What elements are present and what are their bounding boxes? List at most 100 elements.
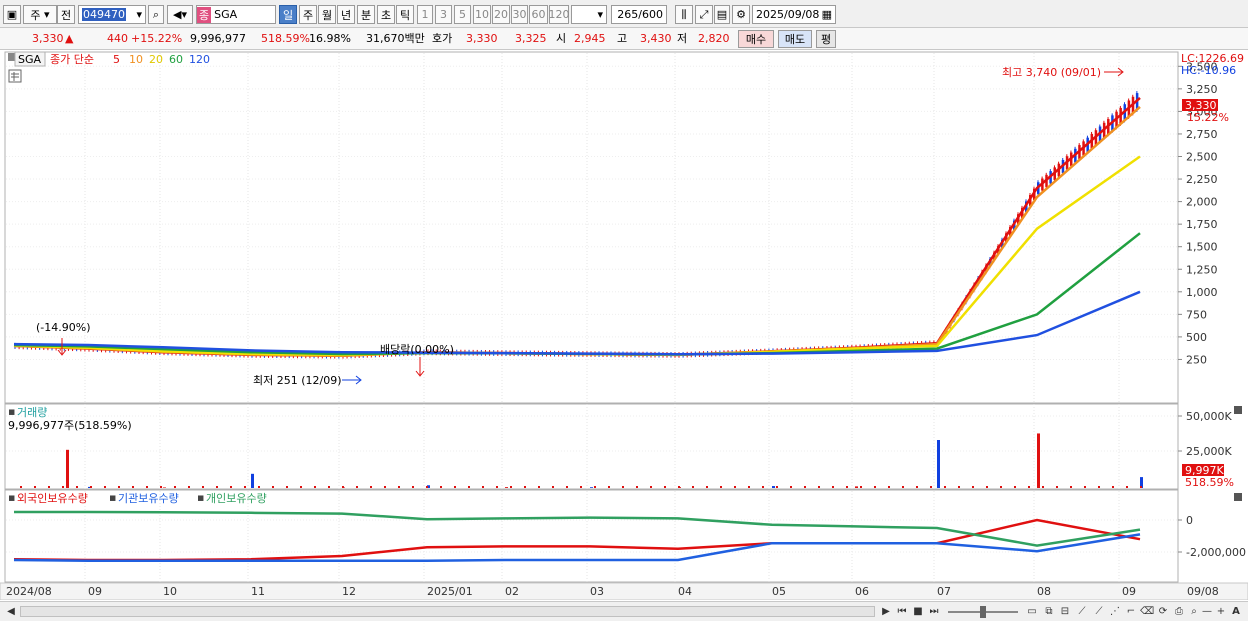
minute-option[interactable]: 60 [529, 5, 548, 24]
name-field[interactable]: 종 SGA [196, 5, 276, 24]
change-percent: +15.22% [131, 32, 183, 45]
scroll-left-icon[interactable]: ◀ [4, 605, 18, 619]
text-tool-icon[interactable]: ⌐ [1124, 605, 1138, 619]
count-field[interactable]: 265/600 [611, 5, 667, 24]
delete-icon[interactable]: ⌫ [1140, 605, 1154, 619]
volume-bar [552, 486, 554, 488]
volume-bar [958, 486, 960, 488]
refresh-icon[interactable]: ⟳ [1156, 605, 1170, 619]
period-tab[interactable]: 틱 [396, 5, 414, 24]
period-tab[interactable]: 년 [337, 5, 355, 24]
legend-ma20: 20 [149, 53, 163, 66]
x-axis-label: 04 [678, 585, 692, 598]
stock-chart[interactable]: SGA 종가 단순 5 10 20 60 120 (-14.90%) 배당락(0… [0, 50, 1248, 600]
search-icon[interactable]: ⌕ [148, 5, 164, 24]
low-label: 저 [677, 32, 688, 45]
date-field[interactable]: 2025/09/08 ▦ [752, 5, 836, 24]
fibo-icon[interactable]: ⋰ [1108, 605, 1122, 619]
candle-type-icon[interactable]: ⫼ [675, 5, 693, 24]
stop-icon[interactable]: ■ [911, 605, 925, 619]
volume-bar [986, 486, 988, 488]
volume-bar [163, 487, 166, 488]
volume-bar [482, 486, 484, 488]
volume-bar [314, 486, 316, 488]
volume-bar [972, 486, 974, 488]
volume-bar [300, 486, 302, 488]
volume-bar [790, 486, 792, 488]
minute-option[interactable]: 30 [511, 5, 528, 24]
x-axis-label: 12 [342, 585, 356, 598]
chart-scrollbar[interactable]: ◀ ▶ ⏮ ■ ⏭ ▭ ⧉ ⊟ ⟋ ⟋ ⋰ ⌐ ⌫ ⟳ ⎙ ⌕ — + A [0, 601, 1248, 621]
eval-button[interactable]: 평 [816, 30, 836, 48]
line-tool-icon[interactable]: ⤢ [695, 5, 713, 24]
window-menu-icon[interactable]: ▣ [3, 5, 21, 24]
volume-pct-label: 518.59% [1185, 476, 1234, 489]
scroll-track[interactable] [20, 606, 875, 617]
volume-bar [734, 486, 736, 488]
minute-option[interactable]: 120 [549, 5, 570, 24]
period-tab[interactable]: 일 [279, 5, 297, 24]
period-tab[interactable]: 분 [357, 5, 375, 24]
zoom-in-icon[interactable]: + [1214, 605, 1228, 619]
chevron-down-icon: ▾ [136, 8, 142, 21]
volume-bar [772, 486, 775, 488]
volume-bar [356, 486, 358, 488]
volume-bar [874, 486, 876, 488]
period-tab[interactable]: 주 [299, 5, 317, 24]
volume-bar [230, 486, 232, 488]
price-tick-label: 3,250 [1186, 83, 1218, 96]
period-tab[interactable]: 월 [318, 5, 336, 24]
volume-bar [398, 486, 400, 488]
volume-bar [1126, 486, 1128, 488]
minute-option[interactable]: 20 [492, 5, 510, 24]
volume-bar [538, 486, 540, 488]
buy-button[interactable]: 매수 [738, 30, 774, 48]
gear-icon[interactable]: ⚙ [732, 5, 750, 24]
market-select[interactable]: 주 ▾ [23, 5, 57, 24]
table-icon[interactable] [8, 69, 22, 83]
x-axis-label: 09/08 [1187, 585, 1219, 598]
minute-option[interactable]: 3 [435, 5, 452, 24]
close-icon[interactable] [1234, 493, 1242, 501]
period-tab[interactable]: 초 [377, 5, 395, 24]
draw-line-icon[interactable]: ⟋ [1075, 605, 1089, 619]
sell-button[interactable]: 매도 [778, 30, 812, 48]
close-icon[interactable] [1234, 406, 1242, 414]
minute-option[interactable]: 1 [417, 5, 433, 24]
save-icon[interactable]: ▤ [714, 5, 730, 24]
count-value: 265 [617, 8, 639, 21]
minute-option[interactable]: 10 [473, 5, 491, 24]
volume-bar [328, 486, 330, 488]
scroll-right-icon[interactable]: ▶ [879, 605, 893, 619]
price-tick-label: 250 [1186, 353, 1207, 366]
volume-bar [1037, 433, 1040, 488]
copy-icon[interactable]: ⧉ [1042, 605, 1056, 619]
volume-bar [76, 486, 78, 488]
price-tick-label: 1,750 [1186, 218, 1218, 231]
prev-button[interactable]: 전 [57, 5, 75, 24]
minute-option[interactable]: 5 [454, 5, 471, 24]
code-input[interactable]: 049470 ▾ [78, 5, 146, 24]
count-total: /600 [638, 8, 663, 21]
volume-bar [566, 486, 568, 488]
print-icon[interactable]: ⎙ [1172, 605, 1186, 619]
custom-minute-select[interactable]: ▾ [571, 5, 607, 24]
layout-icon[interactable]: ⊟ [1058, 605, 1072, 619]
dividend-annotation: 배당락(0.00%) [380, 343, 454, 356]
font-size-icon[interactable]: A [1229, 605, 1243, 619]
rewind-icon[interactable]: ⏮ [895, 605, 909, 619]
fast-forward-icon[interactable]: ⏭ [927, 605, 941, 619]
trend-icon[interactable]: ⟋ [1092, 605, 1106, 619]
volume-bar [636, 486, 638, 488]
volume-bar [342, 486, 344, 488]
volume-value: 9,996,977 [190, 32, 246, 45]
speaker-icon[interactable]: ◀▾ [167, 5, 193, 24]
high-label: 고 [617, 32, 628, 45]
volume-bar [384, 486, 386, 488]
window-icon[interactable]: ▭ [1025, 605, 1039, 619]
zoom-slider-handle[interactable] [980, 606, 986, 618]
volume-axis: 50,000K 25,000K [1178, 410, 1232, 458]
zoom-out-icon[interactable]: — [1200, 605, 1214, 619]
magnifier-icon[interactable]: ⌕ [1187, 605, 1201, 619]
volume-bar [930, 486, 932, 488]
